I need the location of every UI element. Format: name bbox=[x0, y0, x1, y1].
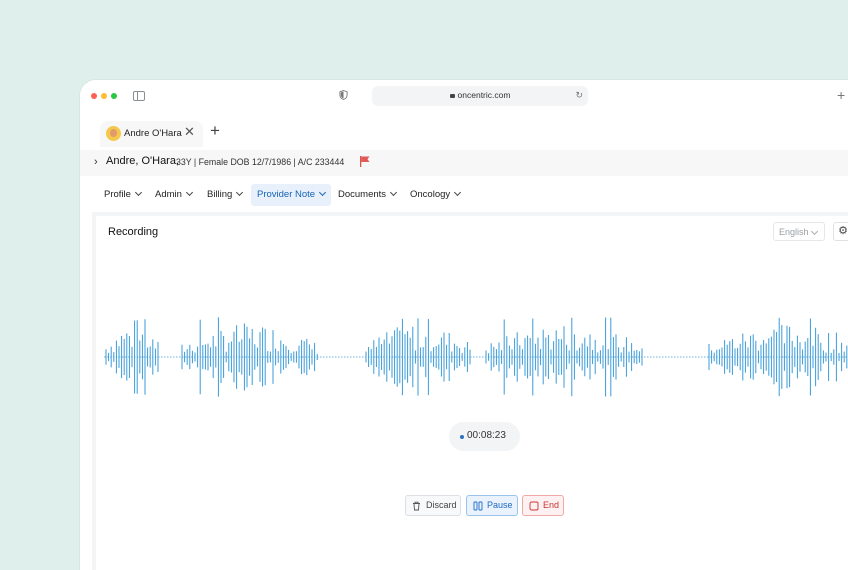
nav-oncology[interactable]: Oncology bbox=[404, 184, 466, 206]
elapsed-time: 00:08:23 bbox=[467, 430, 506, 441]
nav-provider-note[interactable]: Provider Note bbox=[251, 184, 332, 206]
address-bar[interactable]: oncentric.com ↻ bbox=[372, 86, 588, 106]
minimize-window-button[interactable] bbox=[101, 93, 107, 99]
gear-icon[interactable]: ⚙ bbox=[833, 222, 848, 241]
tab-strip: Andre O'Hara ✕ + bbox=[80, 112, 848, 150]
nav-billing[interactable]: Billing bbox=[201, 184, 248, 206]
patient-name: Andre, O'Hara, bbox=[106, 155, 180, 167]
chevron-right-icon[interactable]: › bbox=[94, 156, 98, 168]
avatar bbox=[106, 126, 121, 141]
recording-title: Recording bbox=[108, 226, 159, 238]
shield-icon[interactable] bbox=[339, 90, 348, 100]
nav-profile[interactable]: Profile bbox=[98, 184, 147, 206]
add-tab-icon[interactable]: + bbox=[210, 121, 220, 141]
browser-window: oncentric.com ↻ + Andre O'Hara ✕ + › And… bbox=[80, 80, 848, 570]
pause-button[interactable]: Pause bbox=[466, 495, 518, 516]
flag-icon[interactable] bbox=[359, 155, 371, 168]
end-button[interactable]: End bbox=[522, 495, 564, 516]
nav-admin[interactable]: Admin bbox=[149, 184, 198, 206]
audio-waveform bbox=[104, 317, 848, 397]
trash-icon bbox=[413, 501, 420, 511]
discard-button[interactable]: Discard bbox=[405, 495, 461, 516]
nav-documents[interactable]: Documents bbox=[332, 184, 402, 206]
sidebar-toggle-icon[interactable] bbox=[133, 91, 145, 101]
language-select[interactable]: English bbox=[773, 222, 825, 241]
url-text: oncentric.com bbox=[457, 90, 511, 100]
close-window-button[interactable] bbox=[91, 93, 97, 99]
lock-icon bbox=[449, 94, 455, 98]
recording-timer: 00:08:23 bbox=[449, 422, 520, 451]
recording-dot-icon bbox=[460, 435, 464, 439]
stop-icon bbox=[529, 501, 539, 511]
recording-panel: Recording English ⚙ 00:08:23 Discard Pau… bbox=[92, 212, 848, 570]
tab-label: Andre O'Hara bbox=[124, 128, 182, 139]
add-window-icon[interactable]: + bbox=[837, 87, 845, 103]
close-icon[interactable]: ✕ bbox=[184, 124, 195, 140]
patient-info: 33Y | Female DOB 12/7/1986 | A/C 233444 bbox=[176, 157, 345, 167]
pause-icon bbox=[473, 501, 483, 511]
maximize-window-button[interactable] bbox=[111, 93, 117, 99]
browser-toolbar: oncentric.com ↻ + bbox=[80, 80, 848, 113]
patient-banner: › Andre, O'Hara, 33Y | Female DOB 12/7/1… bbox=[80, 150, 848, 176]
main-nav: Profile Admin Billing Provider Note Docu… bbox=[80, 176, 848, 212]
patient-tab[interactable]: Andre O'Hara ✕ bbox=[100, 121, 203, 147]
reload-icon[interactable]: ↻ bbox=[575, 90, 583, 101]
